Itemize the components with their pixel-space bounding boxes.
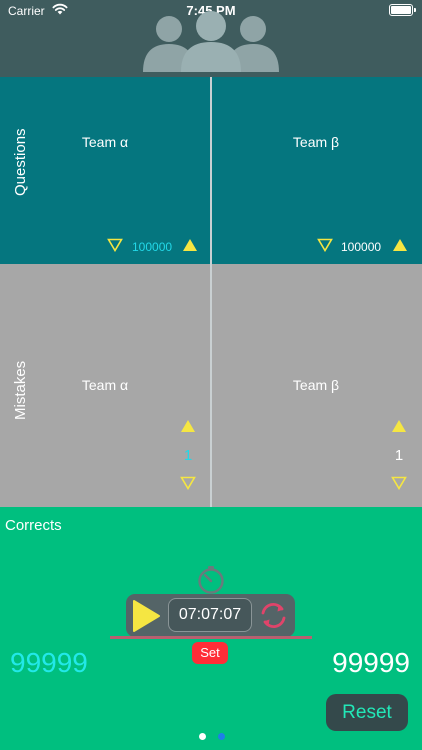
questions-team-beta-title: Team β xyxy=(292,134,340,150)
battery-icon xyxy=(389,4,416,16)
play-icon[interactable] xyxy=(131,599,161,638)
reload-icon[interactable] xyxy=(257,599,290,637)
mistakes-beta-increment-button[interactable] xyxy=(391,419,407,438)
questions-beta-decrement-button[interactable] xyxy=(317,238,333,257)
timer-underline xyxy=(110,636,312,639)
mistakes-beta-value: 1 xyxy=(394,447,404,464)
page-dot-1[interactable] xyxy=(199,733,206,740)
set-button[interactable]: Set xyxy=(192,642,228,664)
questions-beta-count: 100000 xyxy=(341,240,382,254)
questions-beta-increment-button[interactable] xyxy=(392,238,408,257)
header-bar: Carrier 7:45 PM xyxy=(0,0,422,77)
score-right: 99999 xyxy=(332,647,410,678)
mistakes-team-beta-title: Team β xyxy=(292,377,340,393)
corrects-panel: Corrects 07:07:07 Set 99999 99999 Reset xyxy=(0,507,422,750)
questions-alpha-decrement-button[interactable] xyxy=(107,238,123,257)
questions-team-alpha-title: Team α xyxy=(81,134,129,150)
mistakes-team-alpha-title: Team α xyxy=(81,377,129,393)
corrects-label: Corrects xyxy=(5,517,62,534)
score-left: 99999 xyxy=(10,647,88,678)
questions-alpha-increment-button[interactable] xyxy=(182,238,198,257)
mistakes-alpha-value: 1 xyxy=(183,447,193,464)
mistakes-beta-decrement-button[interactable] xyxy=(391,476,407,495)
timer-control: 07:07:07 xyxy=(126,594,295,637)
page-indicator[interactable] xyxy=(199,727,233,745)
timer-display[interactable]: 07:07:07 xyxy=(168,598,252,632)
group-icon[interactable] xyxy=(141,10,281,77)
mistakes-alpha-decrement-button[interactable] xyxy=(180,476,196,495)
team-divider xyxy=(210,77,212,507)
questions-alpha-count: 100000 xyxy=(132,240,173,254)
mistakes-alpha-increment-button[interactable] xyxy=(180,419,196,438)
page-dot-2[interactable] xyxy=(218,733,226,740)
reset-button[interactable]: Reset xyxy=(326,694,408,731)
